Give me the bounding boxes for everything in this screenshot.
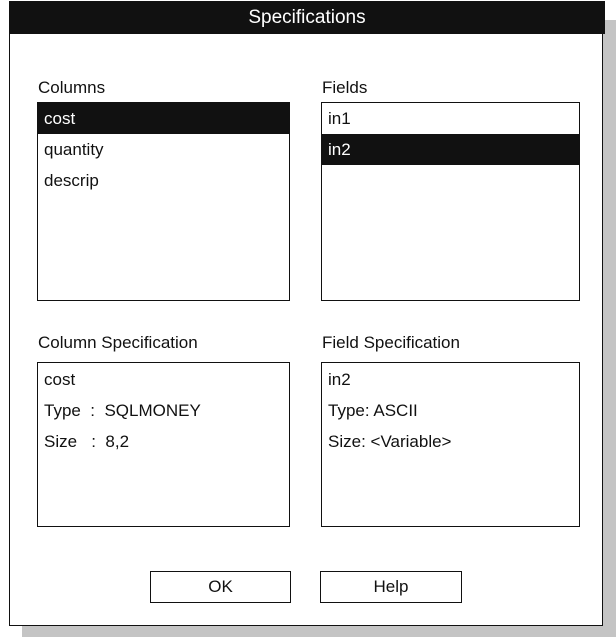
fields-item-in2[interactable]: in2 [322, 134, 579, 165]
fields-listbox[interactable]: in1 in2 [321, 102, 580, 301]
fields-item-in1[interactable]: in1 [322, 103, 579, 134]
field-spec-size: Size: <Variable> [328, 432, 452, 451]
column-spec-type: Type : SQLMONEY [44, 401, 201, 420]
ok-button[interactable]: OK [150, 571, 291, 603]
fields-label: Fields [322, 78, 368, 97]
columns-item-descrip[interactable]: descrip [38, 165, 289, 196]
field-spec-type: Type: ASCII [328, 401, 418, 420]
columns-label: Columns [38, 78, 106, 97]
field-spec-label: Field Specification [322, 333, 460, 352]
column-spec-size: Size : 8,2 [44, 432, 130, 451]
help-button[interactable]: Help [320, 571, 462, 603]
column-spec-box: cost Type : SQLMONEY Size : 8,2 [37, 362, 290, 527]
columns-item-cost[interactable]: cost [38, 103, 289, 134]
columns-item-quantity[interactable]: quantity [38, 134, 289, 165]
field-spec-name: in2 [328, 370, 351, 389]
field-spec-box: in2 Type: ASCII Size: <Variable> [321, 362, 580, 527]
column-spec-name: cost [44, 370, 76, 389]
dialog-title: Specifications [9, 1, 605, 34]
columns-listbox[interactable]: cost quantity descrip [37, 102, 290, 301]
column-spec-label: Column Specification [38, 333, 198, 352]
specifications-dialog: Specifications Columns cost quantity des… [9, 1, 605, 626]
